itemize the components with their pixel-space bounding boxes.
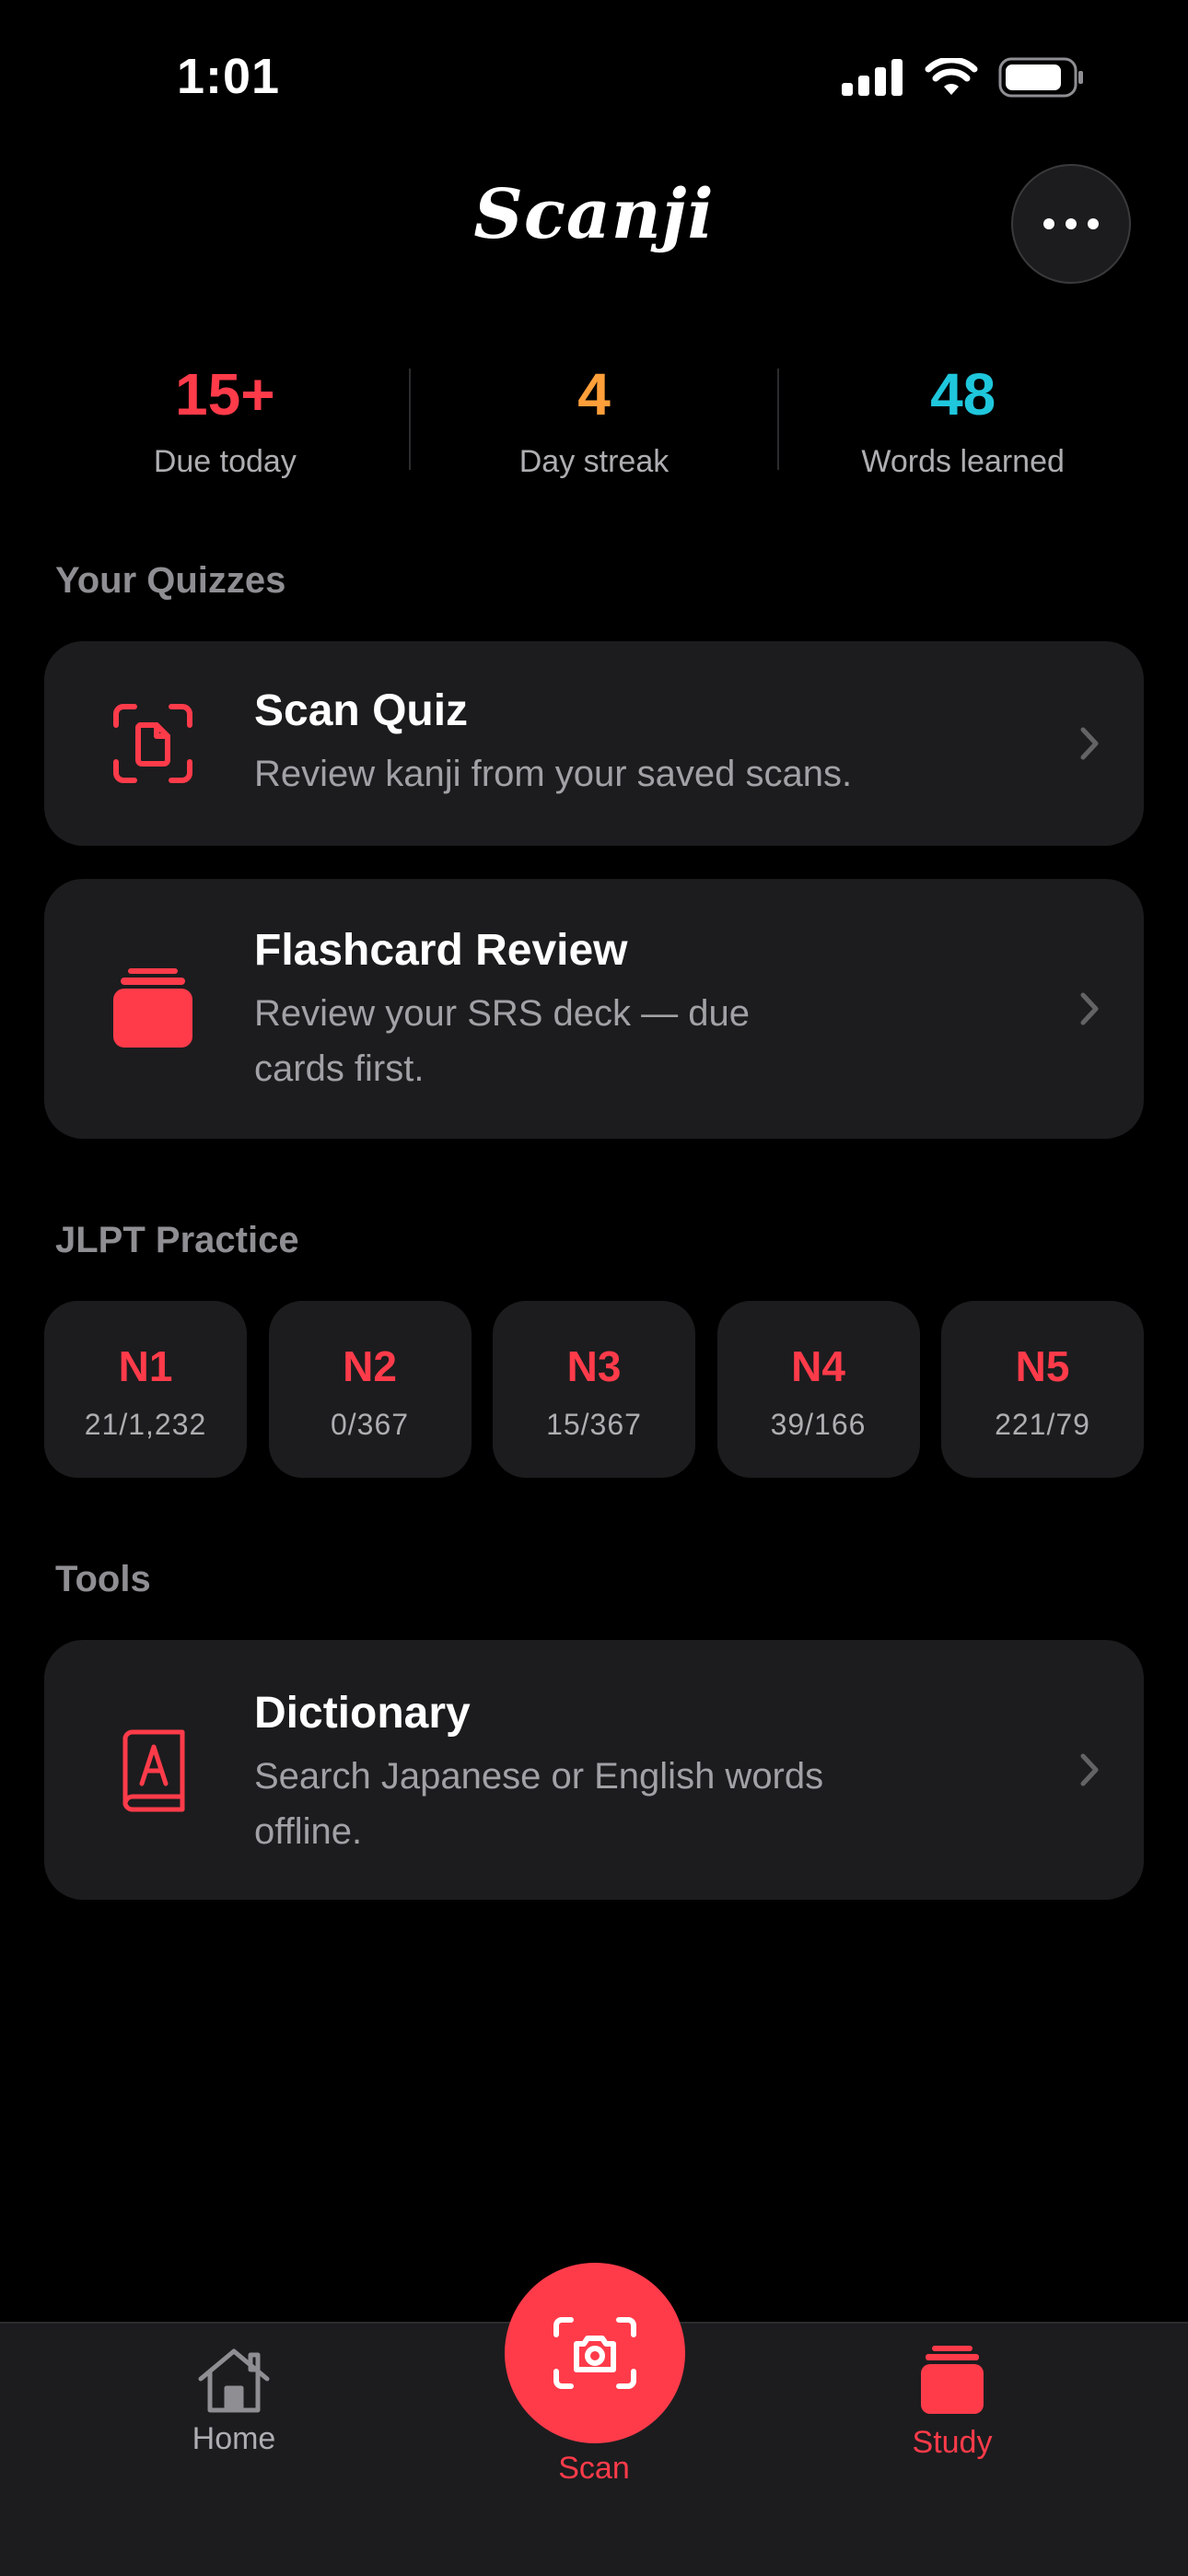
stat-label: Due today bbox=[153, 444, 297, 479]
status-icons bbox=[842, 57, 1085, 98]
tab-scan-label[interactable]: Scan bbox=[529, 2451, 659, 2487]
card-stack-icon bbox=[921, 2346, 984, 2414]
tab-label: Home bbox=[192, 2421, 276, 2456]
more-options-button[interactable] bbox=[1011, 164, 1131, 284]
jlpt-n5-button[interactable]: N5 221/79 bbox=[941, 1301, 1144, 1478]
stat-label: Words learned bbox=[861, 444, 1065, 479]
stat-day-streak: 4 Day streak bbox=[411, 350, 778, 488]
tab-home[interactable]: Home bbox=[169, 2346, 298, 2457]
scan-button[interactable] bbox=[505, 2263, 685, 2443]
tab-label: Scan bbox=[558, 2451, 630, 2486]
card-stack-icon bbox=[107, 962, 199, 1054]
stat-value: 15+ bbox=[175, 361, 275, 427]
card-subtitle: Review your SRS deck — due cards first. bbox=[254, 993, 751, 1089]
wifi-icon bbox=[925, 58, 978, 95]
chevron-right-icon bbox=[1080, 727, 1099, 760]
jlpt-count: 15/367 bbox=[546, 1408, 642, 1441]
scan-document-icon bbox=[107, 697, 199, 790]
tab-label: Study bbox=[912, 2425, 993, 2460]
jlpt-level: N5 bbox=[1015, 1342, 1070, 1390]
jlpt-level: N4 bbox=[791, 1342, 845, 1390]
status-time: 1:01 bbox=[177, 49, 281, 104]
section-title-jlpt: JLPT Practice bbox=[55, 1220, 299, 1260]
section-title-quizzes: Your Quizzes bbox=[55, 560, 286, 601]
jlpt-levels: N1 21/1,232 N2 0/367 N3 15/367 N4 39/166… bbox=[44, 1301, 1144, 1478]
dictionary-card[interactable]: Dictionary Search Japanese or English wo… bbox=[44, 1640, 1144, 1900]
jlpt-n1-button[interactable]: N1 21/1,232 bbox=[44, 1301, 247, 1478]
jlpt-level: N2 bbox=[343, 1342, 397, 1390]
dictionary-icon bbox=[107, 1725, 199, 1817]
signal-icon bbox=[842, 59, 903, 96]
app-title: Scanji bbox=[473, 175, 715, 254]
camera-scan-icon bbox=[553, 2317, 636, 2389]
scan-quiz-card[interactable]: Scan Quiz Review kanji from your saved s… bbox=[44, 641, 1144, 846]
jlpt-count: 221/79 bbox=[995, 1408, 1090, 1441]
jlpt-level: N3 bbox=[566, 1342, 622, 1390]
stat-due-today: 15+ Due today bbox=[41, 350, 409, 488]
card-title: Flashcard Review bbox=[254, 926, 628, 975]
flashcard-review-card[interactable]: Flashcard Review Review your SRS deck — … bbox=[44, 879, 1144, 1139]
jlpt-n4-button[interactable]: N4 39/166 bbox=[716, 1301, 920, 1478]
battery-icon bbox=[998, 57, 1083, 98]
ellipsis-icon bbox=[1043, 218, 1099, 229]
jlpt-count: 39/166 bbox=[770, 1408, 867, 1441]
card-subtitle: Review kanji from your saved scans. bbox=[254, 754, 853, 794]
tab-study[interactable]: Study bbox=[888, 2344, 1017, 2461]
card-subtitle: Search Japanese or English words offline… bbox=[254, 1756, 824, 1852]
jlpt-count: 0/367 bbox=[330, 1408, 410, 1441]
card-title: Dictionary bbox=[254, 1689, 471, 1738]
jlpt-level: N1 bbox=[118, 1342, 173, 1390]
stat-value: 48 bbox=[930, 361, 996, 427]
jlpt-n3-button[interactable]: N3 15/367 bbox=[493, 1301, 695, 1478]
stat-label: Day streak bbox=[518, 444, 670, 479]
jlpt-count: 21/1,232 bbox=[84, 1408, 207, 1441]
section-title-tools: Tools bbox=[55, 1559, 151, 1599]
home-icon bbox=[198, 2348, 270, 2413]
stats-row: 15+ Due today 4 Day streak 48 Words lear… bbox=[41, 350, 1147, 488]
card-title: Scan Quiz bbox=[254, 686, 469, 735]
stat-value: 4 bbox=[577, 361, 611, 427]
chevron-right-icon bbox=[1080, 992, 1099, 1025]
chevron-right-icon bbox=[1080, 1753, 1099, 1786]
stat-words-learned: 48 Words learned bbox=[779, 350, 1147, 488]
jlpt-n2-button[interactable]: N2 0/367 bbox=[268, 1301, 472, 1478]
